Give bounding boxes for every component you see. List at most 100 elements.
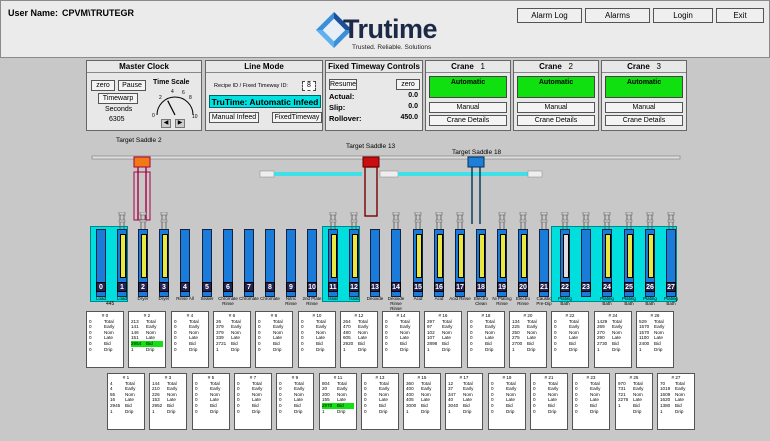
rack-hanger-icon [625, 211, 633, 230]
station-stats-card[interactable]: # 22 0 Total 0 Early 0 Nom 0 Late 0 Bid 0 Drip [551, 311, 589, 368]
station-stats-card[interactable]: # 1 4 Total 4 Early 55 Nom 16 Late 2945 Bid 1 Drip [107, 373, 145, 430]
station-stats-card[interactable]: # 15 360 Total 400 Early 400 Nom 405 Late 3000 Bid… [403, 373, 441, 430]
rack-indicator [521, 234, 527, 278]
slip-value: 0.0 [408, 103, 418, 110]
card-row: 1 Drip [216, 346, 240, 352]
station-stats-card[interactable]: # 12 264 Total 470 Early 480 Nom 605 Late 2920 Bid… [340, 311, 378, 368]
crane-1-mode-indicator: Automatic [429, 76, 507, 98]
tank-label: Plating Bath [664, 296, 678, 306]
crane-1-manual-button[interactable]: Manual [429, 102, 507, 113]
scale-down-arrow-icon[interactable]: ◀ [161, 119, 171, 128]
crane-3-details-button[interactable]: Crane Details [605, 115, 683, 126]
rack-hanger-icon [160, 211, 168, 230]
actual-label: Actual: [329, 92, 355, 101]
actual-value: 0.0 [408, 92, 418, 99]
rollover-value: 450.0 [400, 114, 418, 121]
station-stats-card[interactable]: # 27 70 Total 1019 Early 1609 Nom 1620 Late 1380 B… [657, 373, 695, 430]
resume-button[interactable]: Resume [329, 79, 357, 90]
manual-infeed-button[interactable]: Manual Infeed [209, 112, 259, 123]
station-stats-card[interactable]: # 8 0 Total 0 Early 0 Nom 0 Late 0 Bid 0 Drip [255, 311, 293, 368]
crane-3-manual-button[interactable]: Manual [605, 102, 683, 113]
card-row: 1 Drip [597, 346, 621, 352]
line-mode-status: TruTime: Automatic Infeed [209, 95, 321, 108]
tank-label: Chromate [239, 296, 259, 301]
crane-1-details-button[interactable]: Crane Details [429, 115, 507, 126]
target-saddle-2: Target Saddle 13 [346, 143, 396, 150]
rack-indicator [352, 234, 358, 278]
rack-indicator [500, 234, 506, 278]
station-stats-card[interactable]: # 24 1429 Total 269 Early 270 Nom 290 Late 2730 Bi… [594, 311, 632, 368]
station-stats-card[interactable]: # 21 0 Total 0 Early 0 Nom 0 Late 0 Bid 0 Drip [530, 373, 568, 430]
rack-hanger-icon [603, 211, 611, 230]
crane-number: 2 [568, 62, 573, 71]
station-stats-card[interactable]: # 4 0 Total 0 Early 0 Nom 0 Late 0 Bid 0 Drip [171, 311, 209, 368]
tank-number: 25 [624, 282, 634, 292]
station-stats-card[interactable]: # 2 213 Total 141 Early 146 Nom 151 Late 2954 Bid 1… [128, 311, 166, 368]
fixed-timeway-panel: Fixed Timeway Controls Resume zero Actua… [325, 60, 423, 131]
alarms-button[interactable]: Alarms [585, 8, 650, 23]
station-stats-card[interactable]: # 18 0 Total 0 Early 0 Nom 0 Late 0 Bid 0 Drip [467, 311, 505, 368]
tank-label: Electro Rinse [515, 296, 530, 306]
station-stats-card[interactable]: # 7 0 Total 0 Early 0 Nom 0 Late 0 Bid 0 Drip [234, 373, 272, 430]
tank-number: 17 [455, 282, 465, 292]
crane-2-manual-button[interactable]: Manual [517, 102, 595, 113]
tank-number: 18 [476, 282, 486, 292]
station-stats-card[interactable]: # 19 0 Total 0 Early 0 Nom 0 Late 0 Bid 0 Drip [488, 373, 526, 430]
crane-2-graphic [362, 156, 380, 217]
station-stats-card[interactable]: # 6 26 Total 379 Early 379 Nom 339 Late 2721 Bid 1 D… [213, 311, 251, 368]
rack-hanger-icon [498, 211, 506, 230]
rack-indicator [563, 234, 569, 278]
card-row: 0 Drip [174, 346, 198, 352]
tank-label: Acid [413, 296, 423, 301]
rack-indicator [141, 234, 147, 278]
station-stats-card[interactable]: # 10 0 Total 0 Early 0 Nom 0 Late 0 Bid 0 Drip [298, 311, 336, 368]
clock-zero-button[interactable]: zero [91, 80, 115, 91]
tank-number: 26 [645, 282, 655, 292]
card-row: 1 Drip [427, 346, 451, 352]
fixed-timeway-button[interactable]: FixedTimeway [272, 112, 322, 123]
tank-label: Plating Bath [558, 296, 572, 306]
gauge-tick: 6 [182, 90, 185, 96]
station-stats-card[interactable]: # 20 134 Total 225 Early 250 Nom 275 Late 2700 Bid… [509, 311, 547, 368]
fixed-timeway-title: Fixed Timeway Controls [326, 61, 422, 73]
alarm-log-button[interactable]: Alarm Log [517, 8, 582, 23]
exit-button[interactable]: Exit [716, 8, 764, 23]
station-stats-card[interactable]: # 13 0 Total 0 Early 0 Nom 0 Late 0 Bid 0 Drip [361, 373, 399, 430]
crane-2-details-button[interactable]: Crane Details [517, 115, 595, 126]
rack-indicator [605, 234, 611, 278]
recipe-id-input[interactable]: 8 [302, 81, 316, 91]
station-stats-card[interactable]: # 0 0 Total 0 Early 0 Nom 0 Late 0 Bid 0 Drip [86, 311, 124, 368]
rack-hanger-icon [519, 211, 527, 230]
tank-number: 27 [666, 282, 676, 292]
rack-hanger-icon [118, 211, 126, 230]
station-stats-card[interactable]: # 11 804 Total 20 Early 200 Nom 155 Late 2970 Bid 1… [319, 373, 357, 430]
card-row: 1 Drip [110, 408, 134, 414]
login-button[interactable]: Login [653, 8, 713, 23]
tank-number: 15 [413, 282, 423, 292]
station-stats-card[interactable]: # 3 144 Total 210 Early 226 Nom 153 Late 2952 Bid 1… [149, 373, 187, 430]
tank-label: Acid Rinse [449, 296, 471, 301]
station-stats-card[interactable]: # 23 0 Total 0 Early 0 Nom 0 Late 0 Bid 0 Drip [572, 373, 610, 430]
crane-rail-graphic [91, 155, 681, 224]
station-stats-card[interactable]: # 26 529 Total 1570 Early 1570 Nom 1100 Late 2400… [636, 311, 674, 368]
station-stats-card[interactable]: # 16 297 Total 97 Early 102 Nom 107 Late 2898 Bid 1… [424, 311, 462, 368]
station-stats-card[interactable]: # 17 12 Total 37 Early 347 Nom 40 Late 3040 Bid 1 Dr… [445, 373, 483, 430]
scale-up-arrow-icon[interactable]: ▶ [175, 119, 185, 128]
pause-button[interactable]: Pause [118, 80, 146, 91]
timeway-zero-button[interactable]: zero [396, 79, 420, 90]
card-row: 0 Drip [554, 346, 578, 352]
station-stats-card[interactable]: # 25 970 Total 731 Early 721 Nom 2276 Late 1 Bid D… [615, 373, 653, 430]
tank-number: 9 [286, 282, 296, 292]
station-stats-card[interactable]: # 14 0 Total 0 Early 0 Nom 0 Late 0 Bid 0 Drip [382, 311, 420, 368]
crane-1-panel: Crane 1 Automatic Manual Crane Details [425, 60, 511, 131]
tank-number: 4 [180, 282, 190, 292]
station-stats-card[interactable]: # 9 0 Total 0 Early 0 Nom 0 Late 0 Bid 0 Drip [276, 373, 314, 430]
tank-label: Chromate Rinse [218, 296, 238, 306]
gauge-tick: 0 [152, 113, 155, 119]
timewarp-button[interactable]: Timewarp [98, 93, 138, 104]
rack-hanger-icon [456, 211, 464, 230]
tank-label: Nitric Rinse [285, 296, 297, 306]
time-scale-gauge[interactable]: 0 2 4 6 8 10 [149, 87, 201, 121]
station-stats-card[interactable]: # 5 0 Total 0 Early 0 Nom 0 Late 0 Bid 0 Drip [192, 373, 230, 430]
tank-label: Electro Clean [473, 296, 488, 306]
